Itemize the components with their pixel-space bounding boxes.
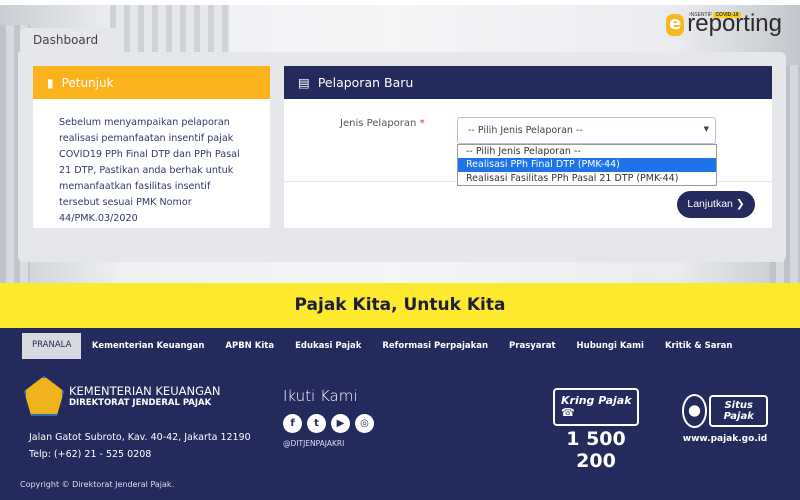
chevron-right-icon: ❯: [735, 198, 745, 210]
petunjuk-title: Petunjuk: [61, 75, 114, 90]
lanjutkan-button[interactable]: Lanjutkan ❯: [677, 191, 755, 218]
phone: Telp: (+62) 21 - 525 0208: [29, 449, 152, 460]
footer: PRANALA Kementerian Keuangan APBN Kita E…: [0, 328, 800, 500]
button-label: Lanjutkan: [687, 198, 733, 210]
dropdown-option[interactable]: Realisasi Fasilitas PPh Pasal 21 DTP (PM…: [458, 172, 716, 185]
dropdown-option-highlighted[interactable]: Realisasi PPh Final DTP (PMK-44): [458, 158, 716, 172]
org-subname: DIREKTORAT JENDERAL PAJAK: [69, 398, 212, 408]
caret-down-icon: ▼: [703, 125, 709, 133]
social-handle: @DITJENPAJAKRI: [283, 439, 345, 448]
nav-apbn-kita[interactable]: APBN Kita: [215, 341, 285, 351]
follow-heading: Ikuti Kami: [283, 387, 358, 405]
dropdown-option[interactable]: -- Pilih Jenis Pelaporan --: [458, 145, 716, 158]
petunjuk-card: ▮ Petunjuk Sebelum menyampaikan pelaporan…: [33, 66, 270, 228]
social-links: f t ▶ ◎: [283, 414, 374, 433]
instagram-icon[interactable]: ◎: [355, 414, 374, 433]
logo-letter: e: [666, 14, 685, 36]
nav-edukasi-pajak[interactable]: Edukasi Pajak: [285, 341, 372, 351]
youtube-icon[interactable]: ▶: [331, 414, 350, 433]
book-icon: ▮: [47, 75, 54, 90]
slogan-banner: Pajak Kita, Untuk Kita: [0, 283, 800, 328]
dashboard-tab[interactable]: Dashboard: [20, 28, 120, 54]
situs-label: Situs Pajak: [709, 395, 768, 427]
kring-number: 1 500 200: [566, 428, 626, 472]
dropdown-list: -- Pilih Jenis Pelaporan -- Realisasi PP…: [457, 144, 717, 187]
pelaporan-title: Pelaporan Baru: [317, 75, 414, 90]
document-icon: ▤: [298, 75, 310, 90]
copyright: Copyright © Direktorat Jenderal Pajak.: [20, 480, 175, 489]
logo-small-text: INSENTIF: [689, 12, 713, 18]
facebook-icon[interactable]: f: [283, 414, 302, 433]
nav-reformasi-perpajakan[interactable]: Reformasi Perpajakan: [372, 341, 499, 351]
nav-kementerian-keuangan[interactable]: Kementerian Keuangan: [81, 341, 214, 351]
kemenkeu-seal-icon: [24, 376, 64, 416]
ereporting-logo: e INSENTIF COVID-19 reporting: [666, 12, 782, 36]
phone-icon: ☎: [561, 406, 575, 419]
situs-pajak-logo[interactable]: Situs Pajak www.pajak.go.id: [682, 394, 768, 444]
label-text: Jenis Pelaporan: [340, 118, 417, 129]
footer-nav: PRANALA Kementerian Keuangan APBN Kita E…: [22, 332, 743, 359]
jenis-pelaporan-label: Jenis Pelaporan *: [340, 118, 425, 129]
twitter-icon[interactable]: t: [307, 414, 326, 433]
select-value: -- Pilih Jenis Pelaporan --: [468, 125, 583, 136]
nav-kritik-saran[interactable]: Kritik & Saran: [654, 341, 743, 351]
logo-badge: COVID-19: [713, 12, 741, 18]
petunjuk-body: Sebelum menyampaikan pelaporan realisasi…: [59, 117, 240, 224]
nav-hubungi-kami[interactable]: Hubungi Kami: [566, 341, 654, 351]
required-mark: *: [419, 118, 425, 129]
kemenkeu-logo: KEMENTERIAN KEUANGAN DIREKTORAT JENDERAL …: [24, 376, 220, 416]
address: Jalan Gatot Subroto, Kav. 40-42, Jakarta…: [29, 432, 251, 443]
nav-prasyarat[interactable]: Prasyarat: [499, 341, 566, 351]
globe-icon: [682, 394, 708, 428]
pelaporan-card: ▤ Pelaporan Baru Jenis Pelaporan * -- Pil…: [284, 66, 772, 228]
nav-pranala[interactable]: PRANALA: [22, 332, 82, 359]
dashboard-panel: ▮ Petunjuk Sebelum menyampaikan pelaporan…: [18, 52, 786, 262]
situs-url: www.pajak.go.id: [682, 434, 768, 444]
org-name: KEMENTERIAN KEUANGAN: [69, 384, 221, 398]
jenis-pelaporan-select[interactable]: -- Pilih Jenis Pelaporan -- ▼: [457, 117, 716, 144]
kring-pajak-logo[interactable]: Kring Pajak ☎ 1 500 200: [553, 388, 639, 472]
